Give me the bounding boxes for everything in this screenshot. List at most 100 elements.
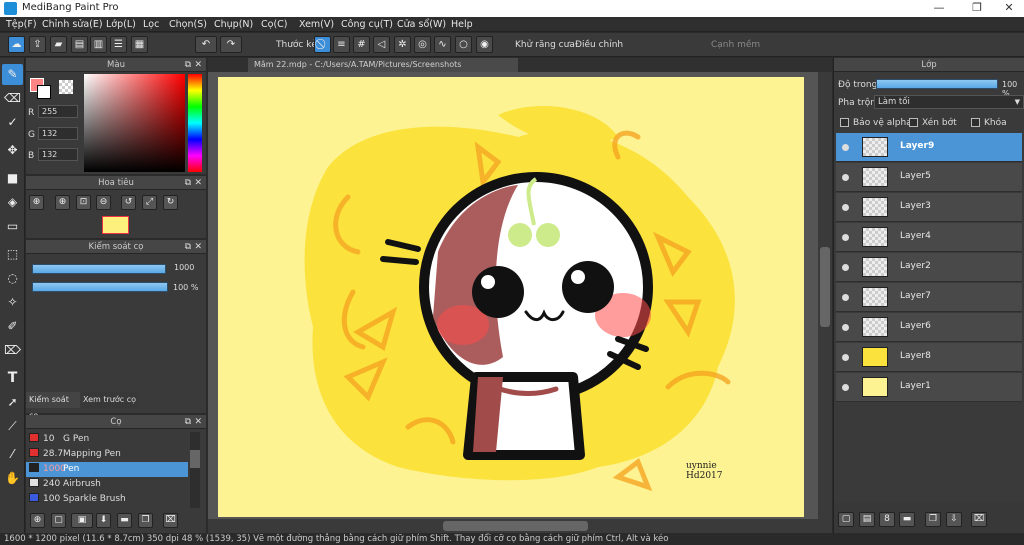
eye-icon[interactable] [842,264,849,271]
layer-row[interactable]: Layer8 [836,343,1022,372]
new-8bit-layer-icon[interactable]: 8 [879,512,895,527]
layer-opacity-slider[interactable] [876,79,998,89]
layer-row[interactable]: Layer7 [836,283,1022,312]
layer-folder-icon[interactable]: ▬ [899,512,915,527]
hue-slider[interactable] [188,74,202,172]
tab-brush-preview[interactable]: Xem trước cọ [82,392,138,408]
eye-icon[interactable] [842,384,849,391]
menu-tools[interactable]: Công cụ(T) [341,19,393,30]
gradient-tool-icon[interactable]: ▭ [2,216,23,237]
operation-tool-icon[interactable]: ➚ [2,392,23,413]
menu-view[interactable]: Xem(V) [299,19,334,30]
protect-alpha-checkbox[interactable] [840,118,849,127]
transparent-color-swatch[interactable] [59,80,73,94]
new-halftone-layer-icon[interactable]: ▤ [859,512,875,527]
close-button[interactable]: ✕ [994,1,1024,16]
concentric-ruler-icon[interactable]: ◎ [414,36,431,53]
brush-tool-icon[interactable]: ✎ [2,64,23,85]
b-value-input[interactable]: 132 [38,148,78,161]
brush-list-item[interactable]: 100 Sparkle Brush [26,492,188,507]
menu-edit[interactable]: Chỉnh sửa(E) [42,19,103,30]
redo-button[interactable]: ↷ [220,36,242,53]
tab-brush-control[interactable]: Kiểm soát cọ [26,392,80,420]
document-icon[interactable]: ▥ [90,36,107,53]
ellipse-ruler-icon[interactable]: ◉ [476,36,493,53]
minimize-button[interactable]: — [924,1,954,16]
hand-tool-icon[interactable]: ✋ [2,468,23,489]
parallel-ruler-icon[interactable]: ≡ [333,36,350,53]
divide-tool-icon[interactable]: ⟋ [2,416,23,437]
brush-menu-icon[interactable]: ▣ [71,513,93,528]
delete-layer-icon[interactable]: ⌧ [971,512,987,527]
brush-list-item[interactable]: 10 G Pen [26,432,188,447]
menu-brush[interactable]: Cọ(C) [261,19,288,30]
brush-size-slider[interactable] [32,264,166,274]
select-tool-icon[interactable]: ⬚ [2,244,23,265]
ruler-off-icon[interactable]: ⃠ [314,36,331,53]
document-tab[interactable]: Mâm 22.mdp - C:/Users/A.TAM/Pictures/Scr… [248,58,518,72]
layer-row[interactable]: Layer6 [836,313,1022,342]
share-icon[interactable]: ⇪ [29,36,46,53]
select-eraser-icon[interactable]: ⌦ [2,340,23,361]
undo-button[interactable]: ↶ [195,36,217,53]
comment-icon[interactable]: ▰ [50,36,67,53]
maximize-icon[interactable]: ⧉ [185,176,191,190]
eye-icon[interactable] [842,294,849,301]
brush-list-item[interactable]: 28.7Mapping Pen [26,447,188,462]
zoom-out-icon[interactable]: ⊖ [96,195,111,210]
brush-opacity-slider[interactable] [32,282,168,292]
maximize-icon[interactable]: ⧉ [185,58,191,72]
merge-down-icon[interactable]: ⇩ [946,512,962,527]
perspective-ruler-icon[interactable]: ◁ [373,36,390,53]
menu-window[interactable]: Cửa sổ(W) [397,19,446,30]
clipping-checkbox[interactable] [909,118,918,127]
close-icon[interactable]: ✕ [194,240,202,254]
eye-icon[interactable] [842,234,849,241]
grid-icon[interactable]: ▦ [131,36,148,53]
eraser-tool-icon[interactable]: ⌫ [2,88,23,109]
menu-filter[interactable]: Lọc [143,19,159,30]
reset-view-icon[interactable]: ⤢ [142,195,157,210]
lock-checkbox[interactable] [971,118,980,127]
maximize-icon[interactable]: ⧉ [185,415,191,429]
saturation-value-picker[interactable] [84,74,185,172]
background-color-swatch[interactable] [37,85,51,99]
layer-row[interactable]: Layer3 [836,193,1022,222]
brush-list-item[interactable]: 240 Airbrush [26,477,188,492]
duplicate-icon[interactable]: ❐ [138,513,153,528]
layer-row[interactable]: Layer9 [836,133,1022,162]
menu-file[interactable]: Tệp(F) [6,19,37,30]
layer-row[interactable]: Layer5 [836,163,1022,192]
folder-icon[interactable]: ▬ [117,513,132,528]
rotate-right-icon[interactable]: ↻ [163,195,178,210]
grid-ruler-icon[interactable]: # [353,36,370,53]
eye-icon[interactable] [842,204,849,211]
zoom-in-icon[interactable]: ⊕ [29,195,44,210]
duplicate-layer-icon[interactable]: ❐ [925,512,941,527]
layer-row[interactable]: Layer1 [836,373,1022,402]
brush-list-item[interactable]: 1000Pen [26,462,188,477]
layer-row[interactable]: Layer2 [836,253,1022,282]
circle-ruler-icon[interactable]: ○ [455,36,472,53]
close-icon[interactable]: ✕ [194,176,202,190]
menu-select[interactable]: Chọn(S) [169,19,207,30]
cloud-icon[interactable]: ☁ [8,36,25,53]
maximize-button[interactable]: ❐ [962,1,992,16]
new-brush-icon[interactable]: ▢ [51,513,66,528]
horizontal-scrollbar[interactable] [208,519,818,533]
dot-tool-icon[interactable]: ✓ [2,112,23,133]
navigator-thumbnail[interactable] [102,216,129,234]
maximize-icon[interactable]: ⧉ [185,240,191,254]
text-tool-icon[interactable]: T [2,368,23,389]
lasso-tool-icon[interactable]: ◌ [2,268,23,289]
select-pen-icon[interactable]: ✐ [2,316,23,337]
eye-icon[interactable] [842,144,849,151]
menu-capture[interactable]: Chụp(N) [214,19,253,30]
menu-help[interactable]: Help [451,19,473,30]
curve-ruler-icon[interactable]: ∿ [434,36,451,53]
rotate-left-icon[interactable]: ↺ [121,195,136,210]
layer-row[interactable]: Layer4 [836,223,1022,252]
new-layer-icon[interactable]: ▢ [838,512,854,527]
fit-icon[interactable]: ⊡ [76,195,91,210]
close-icon[interactable]: ✕ [194,58,202,72]
